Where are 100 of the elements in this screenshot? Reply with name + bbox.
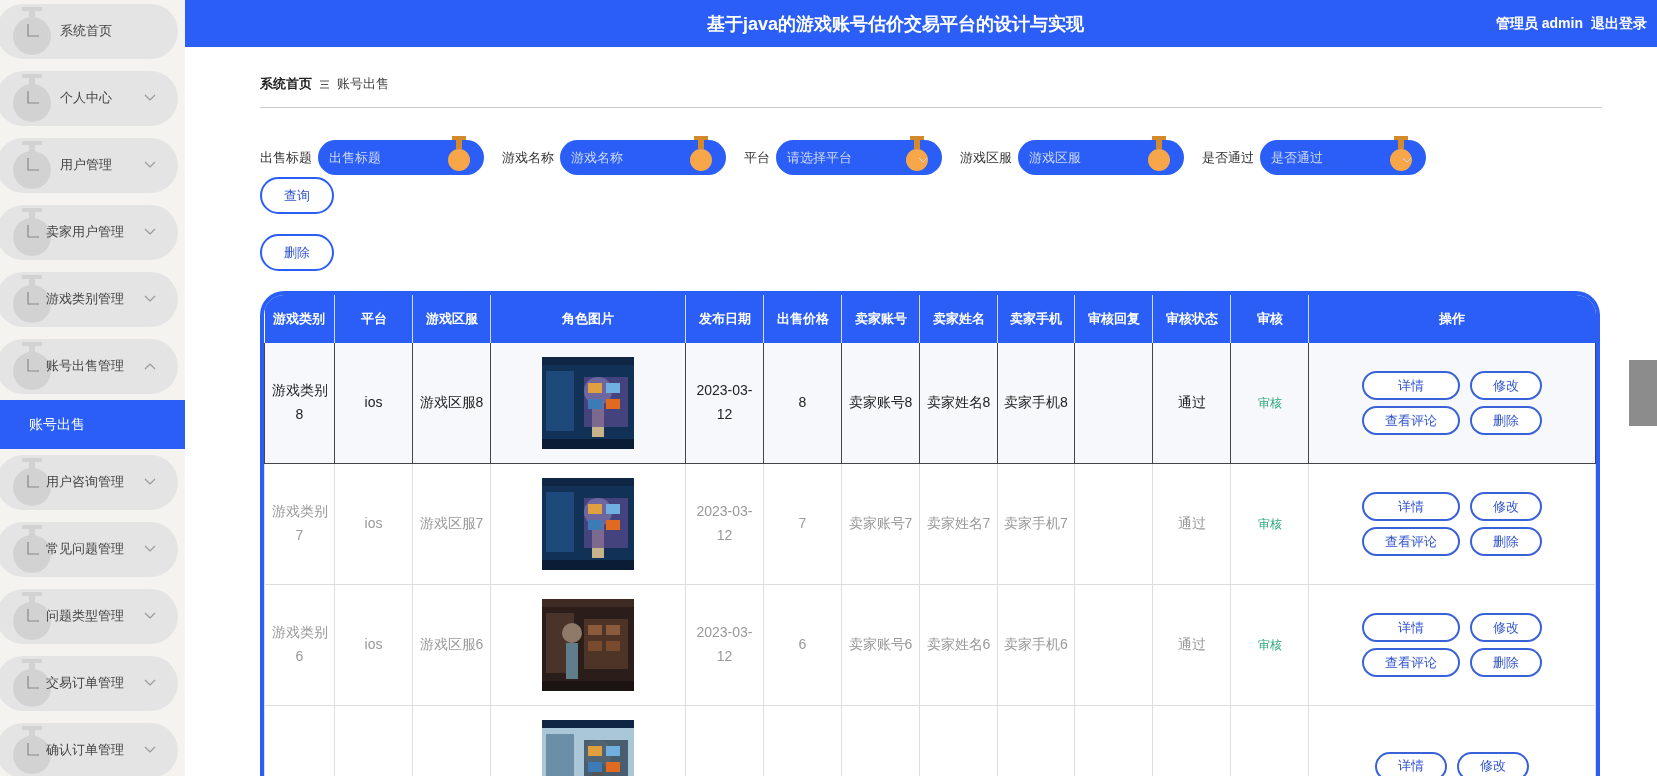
table-cell-text: 卖家手机6 <box>1004 636 1068 653</box>
filter-label: 游戏区服 <box>960 148 1012 167</box>
action-button[interactable]: 查看评论 <box>1362 406 1460 435</box>
table-cell-text: 游戏区服7 <box>419 515 484 532</box>
table-cell-text: 7 <box>798 515 807 532</box>
chevron-down-icon <box>144 477 156 487</box>
table-cell-text: 游戏类别7 <box>271 503 328 543</box>
action-button[interactable]: 修改 <box>1470 371 1542 400</box>
action-button[interactable]: 修改 <box>1470 613 1542 642</box>
chevron-down-icon <box>144 745 156 755</box>
table-cell-text: 游戏类别8 <box>271 382 328 422</box>
chevron-down-icon <box>144 160 156 170</box>
breadcrumb-link[interactable]: 账号出售 <box>337 75 389 93</box>
sidebar-item[interactable]: 账号出售管理 <box>0 339 178 394</box>
table-cell-text: ios <box>364 515 383 532</box>
column-header: 审核状态 <box>1152 295 1231 343</box>
chevron-down-icon <box>144 611 156 621</box>
action-button[interactable]: 详情 <box>1375 751 1447 776</box>
knob-icon <box>1390 136 1412 172</box>
table-cell-text: 卖家账号6 <box>848 636 913 653</box>
app-title: 基于java的游戏账号估价交易平台的设计与实现 <box>706 13 1084 34</box>
filter-label: 出售标题 <box>260 148 312 167</box>
input-field[interactable]: 出售标题 <box>318 140 484 175</box>
table-cell-text: 2023-03-12 <box>696 382 753 422</box>
column-header: 审核回复 <box>1074 295 1153 343</box>
search-button[interactable]: 查询 <box>260 177 334 214</box>
column-header: 卖家姓名 <box>919 295 998 343</box>
chevron-down-icon <box>144 93 156 103</box>
table-cell-text: 卖家姓名6 <box>926 636 991 653</box>
knob-icon <box>690 136 712 172</box>
sidebar-item[interactable]: 问题类型管理 <box>0 589 178 644</box>
filter-label: 是否通过 <box>1202 148 1254 167</box>
column-header: 审核 <box>1230 295 1309 343</box>
table-cell-text: 卖家账号8 <box>848 394 913 411</box>
sidebar-item[interactable]: 用户咨询管理 <box>0 455 178 510</box>
placeholder-icon <box>12 140 52 191</box>
delete-button[interactable]: 删除 <box>260 234 334 271</box>
chevron-down-icon <box>144 294 156 304</box>
table-cell-text: 通过 <box>1177 394 1206 411</box>
table-cell-text: 游戏区服6 <box>419 636 484 653</box>
table-cell-text: 2023-03-12 <box>696 503 753 543</box>
input-field[interactable]: 游戏名称 <box>560 140 726 175</box>
column-header: 卖家手机 <box>997 295 1075 343</box>
input-field[interactable]: 游戏区服 <box>1018 140 1184 175</box>
sidebar-item[interactable]: 个人中心 <box>0 71 178 126</box>
column-header: 角色图片 <box>490 295 686 343</box>
column-header: 游戏区服 <box>412 295 491 343</box>
action-button[interactable]: 详情 <box>1362 613 1460 642</box>
table-cell-text: 通过 <box>1177 636 1206 653</box>
select-field[interactable]: 是否通过 <box>1260 140 1426 175</box>
table-cell-text: 通过 <box>1177 515 1206 532</box>
logout-link[interactable]: 退出登录 <box>1591 14 1647 33</box>
column-header: 游戏类别 <box>264 295 335 343</box>
action-button[interactable]: 修改 <box>1470 492 1542 521</box>
breadcrumb-link[interactable]: 系统首页 <box>260 75 312 93</box>
table-cell-text: ios <box>364 636 383 653</box>
side-tab[interactable] <box>1629 360 1657 426</box>
knob-icon <box>448 136 470 172</box>
filter-label: 平台 <box>744 148 770 167</box>
table-cell-text: 8 <box>798 394 807 411</box>
placeholder-icon <box>12 73 52 124</box>
table-cell-text: 游戏类别6 <box>271 624 328 664</box>
column-header: 发布日期 <box>685 295 764 343</box>
table-cell-text: 卖家姓名8 <box>926 394 991 411</box>
table-cell-text: 卖家姓名7 <box>926 515 991 532</box>
chevron-down-icon <box>144 678 156 688</box>
filter-label: 游戏名称 <box>502 148 554 167</box>
knob-icon <box>906 136 928 172</box>
sidebar-item[interactable]: 系统首页 <box>0 4 178 59</box>
action-button[interactable]: 删除 <box>1470 406 1542 435</box>
sidebar-item[interactable]: 卖家用户管理 <box>0 205 178 260</box>
action-button[interactable]: 删除 <box>1470 527 1542 556</box>
table-cell-text: ios <box>364 394 383 411</box>
table-cell-text: 2023-03-12 <box>696 624 753 664</box>
action-button[interactable]: 详情 <box>1362 492 1460 521</box>
sidebar-subitem[interactable]: 账号出售 <box>0 400 185 449</box>
table-cell-text: 6 <box>798 636 807 653</box>
table-cell-text: 卖家账号7 <box>848 515 913 532</box>
table-cell-text: 卖家手机7 <box>1004 515 1068 532</box>
user-label: 管理员 admin <box>1495 14 1583 33</box>
placeholder-icon <box>12 6 52 57</box>
sidebar-item[interactable]: 确认订单管理 <box>0 723 178 776</box>
column-header: 平台 <box>334 295 413 343</box>
action-button[interactable]: 详情 <box>1362 371 1460 400</box>
sidebar-item[interactable]: 交易订单管理 <box>0 656 178 711</box>
sidebar-item[interactable]: 用户管理 <box>0 138 178 193</box>
action-button[interactable]: 删除 <box>1470 648 1542 677</box>
sidebar-item[interactable]: 常见问题管理 <box>0 522 178 577</box>
column-header: 出售价格 <box>763 295 842 343</box>
action-button[interactable]: 查看评论 <box>1362 648 1460 677</box>
table-cell-text: 卖家手机8 <box>1004 394 1068 411</box>
chevron-down-icon <box>144 227 156 237</box>
action-button[interactable]: 修改 <box>1457 751 1529 776</box>
action-button[interactable]: 查看评论 <box>1362 527 1460 556</box>
menu-icon <box>320 79 329 89</box>
select-field[interactable]: 请选择平台 <box>776 140 942 175</box>
chevron-down-icon <box>144 544 156 554</box>
sidebar-item[interactable]: 游戏类别管理 <box>0 272 178 327</box>
table-cell-text: 游戏区服8 <box>419 394 484 411</box>
column-header: 操作 <box>1308 295 1596 343</box>
